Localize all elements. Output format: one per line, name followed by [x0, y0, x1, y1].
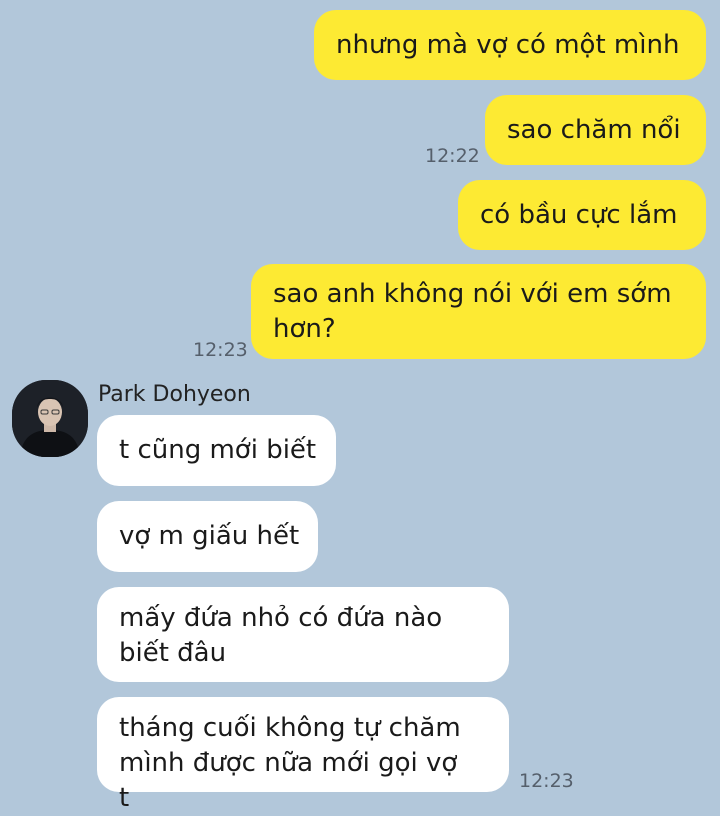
- message-text: t cũng mới biết: [119, 435, 317, 465]
- outgoing-message-bubble[interactable]: có bầu cực lắm: [458, 180, 706, 250]
- message-timestamp: 12:22: [425, 145, 480, 167]
- incoming-message-bubble[interactable]: t cũng mới biết: [97, 415, 336, 486]
- message-text: có bầu cực lắm: [480, 199, 678, 230]
- message-text: mấy đứa nhỏ có đứa nào biết đâu: [119, 603, 443, 668]
- incoming-message-bubble[interactable]: vợ m giấu hết: [97, 501, 318, 572]
- message-text: vợ m giấu hết: [119, 521, 300, 551]
- message-text: nhưng mà vợ có một mình: [336, 29, 680, 60]
- avatar[interactable]: [12, 380, 88, 457]
- message-timestamp: 12:23: [519, 770, 574, 792]
- incoming-message-bubble[interactable]: mấy đứa nhỏ có đứa nào biết đâu: [97, 587, 509, 682]
- incoming-message-bubble[interactable]: tháng cuối không tự chăm mình được nữa m…: [97, 697, 509, 813]
- message-text: sao chăm nổi: [507, 114, 681, 145]
- user-avatar-icon: [12, 380, 88, 457]
- outgoing-message-bubble[interactable]: sao chăm nổi: [485, 95, 706, 165]
- message-text: sao anh không nói với em sớm hơn?: [273, 279, 672, 344]
- outgoing-message-bubble[interactable]: nhưng mà vợ có một mình: [314, 10, 706, 80]
- message-timestamp: 12:23: [193, 339, 248, 361]
- outgoing-message-bubble[interactable]: sao anh không nói với em sớm hơn?: [251, 264, 706, 359]
- message-text: tháng cuối không tự chăm mình được nữa m…: [119, 713, 461, 813]
- sender-name: Park Dohyeon: [98, 382, 251, 407]
